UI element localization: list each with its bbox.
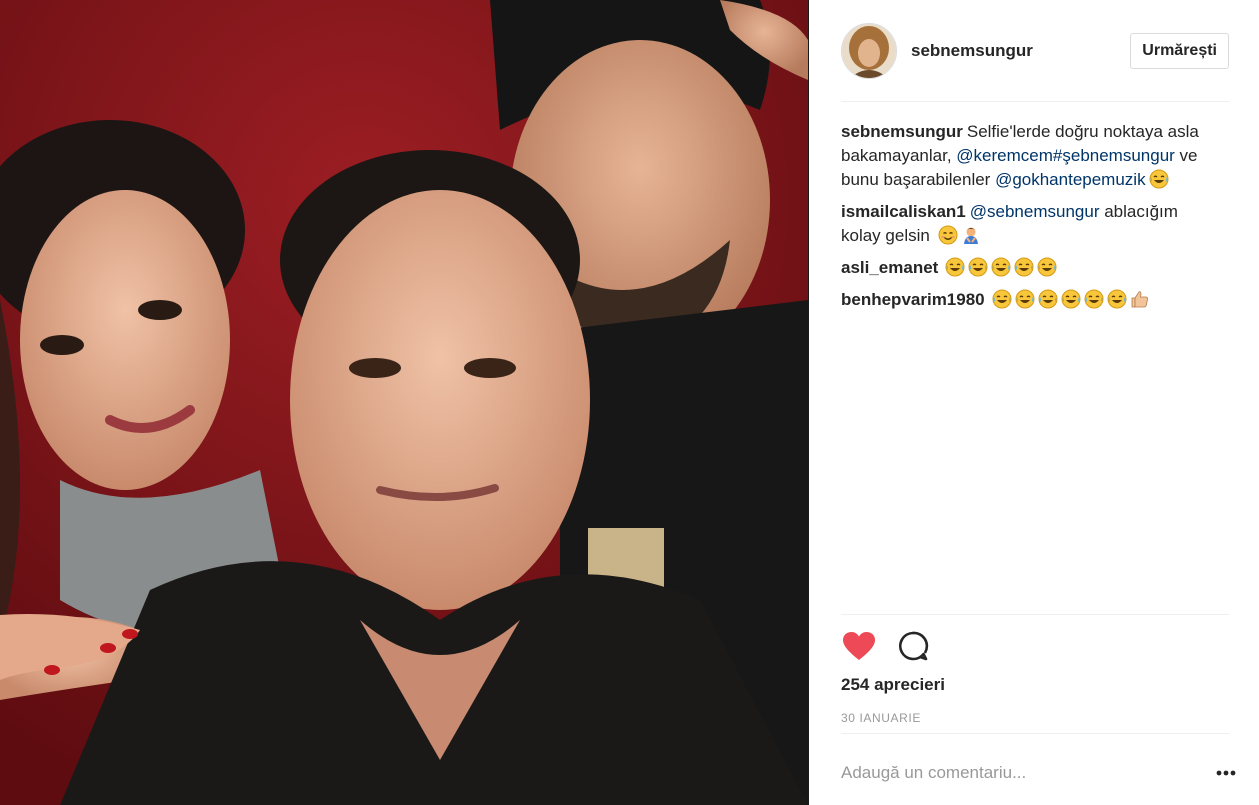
post-photo[interactable] [0,0,808,805]
comment-item: asli_emanet [841,256,1201,280]
tears-of-joy-emoji-icon [992,289,1012,309]
post-image [0,0,808,805]
comment-form [841,756,1241,790]
tears-of-joy-emoji-icon [1038,289,1058,309]
thumbs-up-emoji-icon [1130,289,1150,309]
comment-username[interactable]: asli_emanet [841,258,938,277]
tears-of-joy-emoji-icon [968,257,988,277]
comment-item: ismailcaliskan1 @sebnemsungur ablacığım k… [841,200,1201,248]
tears-of-joy-emoji-icon [1107,289,1127,309]
like-button[interactable] [841,628,877,664]
header-divider [841,101,1229,102]
post-side-panel: sebnemsungur Urmărești sebnemsungur Selfi… [809,0,1259,805]
tears-of-joy-emoji-icon [1014,257,1034,277]
smiling-face-emoji-icon [938,225,958,245]
mention-link[interactable]: #şebnemsungur [1053,146,1175,165]
tears-of-joy-emoji-icon [1037,257,1057,277]
tears-of-joy-emoji-icon [991,257,1011,277]
comment-item: sebnemsungur Selfie'lerde doğru noktaya a… [841,120,1201,192]
more-options-button[interactable] [1211,763,1241,783]
author-username[interactable]: sebnemsungur [911,41,1130,61]
avatar[interactable] [841,23,897,79]
comment-username[interactable]: ismailcaliskan1 [841,202,966,221]
comment-button[interactable] [895,628,931,664]
footer-divider [841,733,1229,734]
like-count[interactable]: 254 aprecieri [841,675,945,695]
heart-icon [843,632,875,660]
mention-link[interactable]: @gokhantepemuzik [995,170,1146,189]
comment-item: benhepvarim1980 [841,288,1201,312]
comment-bubble-icon [898,631,929,661]
person-bowing-emoji-icon [961,225,981,245]
following-button[interactable]: Urmărești [1130,33,1229,69]
comment-list: sebnemsungur Selfie'lerde doğru noktaya a… [841,120,1201,320]
comment-input[interactable] [841,763,1211,783]
comment-username[interactable]: benhepvarim1980 [841,290,985,309]
tears-of-joy-emoji-icon [1149,169,1169,189]
mention-link[interactable]: @keremcem [956,146,1053,165]
comment-username[interactable]: sebnemsungur [841,122,963,141]
post-header: sebnemsungur Urmărești [841,22,1229,80]
more-options-icon [1216,770,1236,776]
mention-link[interactable]: @sebnemsungur [970,202,1100,221]
comments-divider [841,614,1229,615]
tears-of-joy-emoji-icon [1061,289,1081,309]
instagram-post: sebnemsungur Urmărești sebnemsungur Selfi… [0,0,1259,805]
tears-of-joy-emoji-icon [1084,289,1104,309]
action-bar [841,628,931,664]
post-date[interactable]: 30 IANUARIE [841,711,921,725]
tears-of-joy-emoji-icon [1015,289,1035,309]
tears-of-joy-emoji-icon [945,257,965,277]
